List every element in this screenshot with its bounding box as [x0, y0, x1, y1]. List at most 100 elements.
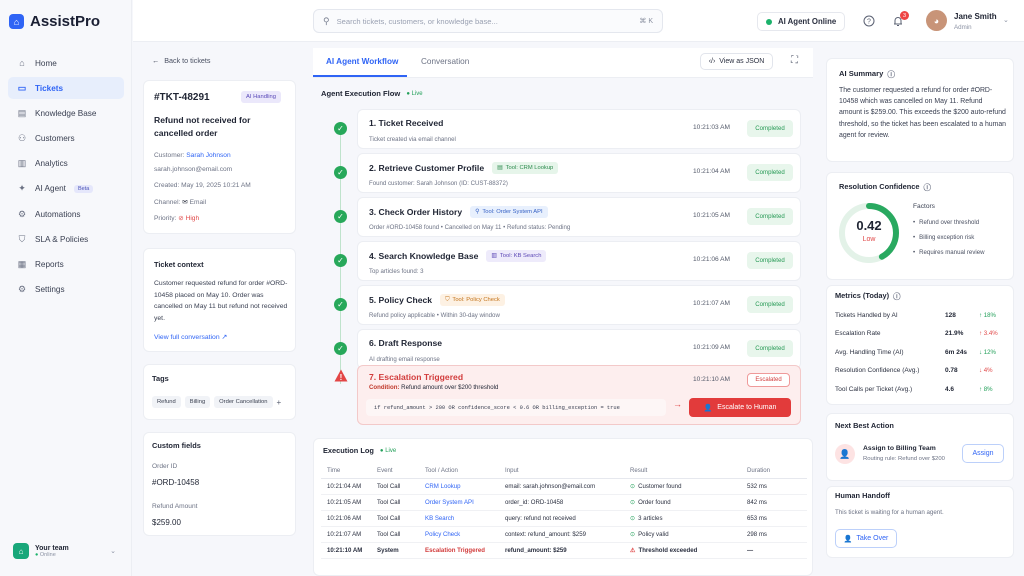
customer-link[interactable]: Sarah Johnson [186, 152, 230, 159]
sidebar-item-customers[interactable]: ⚇ Customers [8, 128, 124, 150]
search-input[interactable]: Search tickets, customers, or knowledge … [337, 17, 633, 26]
ai-handling-badge: AI Handling [241, 91, 281, 103]
step-complete-check-icon: ✓ [334, 122, 347, 135]
log-cell: 10:21:07 AM [327, 531, 362, 538]
completed-badge: Completed [747, 340, 793, 357]
workflow-step-1[interactable]: 1. Ticket Received Ticket created via ema… [357, 109, 801, 149]
user-avatar[interactable]: ◕ [926, 10, 947, 31]
app-logo[interactable]: ⌂ AssistPro [9, 13, 100, 30]
external-link-icon: ↗ [221, 334, 228, 341]
escalation-title: 7. Escalation Triggered [369, 372, 464, 382]
tag-billing[interactable]: Billing [184, 396, 211, 408]
sidebar-item-label: Reports [35, 260, 64, 269]
log-cell: Tool Call [377, 499, 401, 506]
log-cell: ⊙ Order found [630, 499, 671, 506]
search-bar[interactable]: ⚲ Search tickets, customers, or knowledg… [313, 9, 663, 33]
ticket-icon: ▭ [17, 82, 27, 93]
add-tag-button[interactable]: + [277, 398, 282, 407]
sidebar-item-analytics[interactable]: ▥ Analytics [8, 153, 124, 175]
log-cell: 532 ms [747, 483, 767, 490]
gear-icon: ⚙ [17, 208, 27, 219]
tag-order-cancellation[interactable]: Order Cancellation [214, 396, 273, 408]
svg-text:?: ? [867, 19, 871, 26]
sidebar-nav: ⌂ Home ▭ Tickets ▤ Knowledge Base ⚇ Customers ▥ A… [8, 52, 124, 304]
team-switcher[interactable]: ⌂ Your team ● Online ⌄ [8, 536, 124, 566]
log-cell: order_id: ORD-10458 [505, 499, 564, 506]
log-cell: 10:21:06 AM [327, 515, 362, 522]
sidebar-item-ai-agent[interactable]: ✦ AI Agent Beta [8, 178, 124, 200]
sidebar-item-knowledge-base[interactable]: ▤ Knowledge Base [8, 102, 124, 124]
team-status: ● Online [35, 551, 56, 558]
settings-icon: ⚙ [17, 284, 27, 295]
log-cell: query: refund not received [505, 515, 576, 522]
workflow-step-6[interactable]: 6. Draft Response AI drafting email respo… [357, 329, 801, 369]
log-column-header: Input [505, 467, 519, 474]
svg-text:!: ! [340, 373, 343, 382]
metric-change: ↑ 8% [979, 385, 993, 393]
tags-title: Tags [152, 374, 169, 383]
workflow-step-5[interactable]: 5. Policy Check ⛉ Tool: Policy Check Refund… [357, 285, 801, 325]
sidebar-item-automations[interactable]: ⚙ Automations [8, 203, 124, 225]
log-row[interactable]: 10:21:04 AM Tool Call CRM Lookup email: sar… [321, 479, 807, 495]
metrics-list: Tickets Handled by AI 128 ↑ 18% Escalation … [835, 306, 1010, 399]
log-cell: ⊙ Customer found [630, 483, 682, 490]
sidebar-item-settings[interactable]: ⚙ Settings [8, 279, 124, 301]
tag-refund[interactable]: Refund [152, 396, 181, 408]
log-column-header: Result [630, 467, 648, 474]
tab-conversation[interactable]: Conversation [421, 57, 469, 66]
log-cell: KB Search [425, 515, 455, 522]
log-row[interactable]: 10:21:07 AM Tool Call Policy Check context:… [321, 527, 807, 543]
log-row[interactable]: 10:21:06 AM Tool Call KB Search query: refu… [321, 511, 807, 527]
log-cell: ⚠ Threshold exceeded [630, 547, 698, 554]
confidence-level: Low [862, 236, 876, 243]
next-action-reason: Routing rule: Refund over $200 [863, 456, 945, 462]
back-link[interactable]: ← Back to tickets [152, 56, 211, 65]
metric-value: 4.6 [945, 385, 955, 393]
metric-label: Tool Calls per Ticket (Avg.) [835, 385, 913, 393]
sidebar-item-sla-policies[interactable]: ⛉ SLA & Policies [8, 228, 124, 250]
escalation-time: 10:21:10 AM [693, 376, 731, 383]
flow-title: Agent Execution Flow [321, 89, 401, 98]
refund-amount-value: $259.00 [152, 518, 181, 527]
expand-icon[interactable]: ⛶ [791, 55, 798, 66]
person-icon: 👤 [703, 404, 713, 412]
step-title: 1. Ticket Received [369, 118, 444, 128]
bullet-icon: • [913, 219, 916, 226]
view-json-button[interactable]: ‹/› View as JSON [700, 53, 773, 70]
escalate-to-human-button[interactable]: 👤 Escalate to Human [689, 398, 791, 417]
step-description: Top articles found: 3 [369, 268, 424, 275]
view-conversation-link[interactable]: View full conversation ↗ [154, 333, 227, 341]
metric-row: Escalation Rate 21.9% ↑ 3.4% [835, 325, 1010, 344]
confidence-value: 0.42 [856, 218, 882, 233]
log-row[interactable]: 10:21:10 AM System Escalation Triggered ref… [321, 543, 807, 559]
log-row[interactable]: 10:21:05 AM Tool Call Order System API orde… [321, 495, 807, 511]
tool-badge: ⚲ Tool: Order System API [470, 206, 548, 218]
warning-icon: ! [334, 369, 348, 382]
sidebar-item-home[interactable]: ⌂ Home [8, 52, 124, 74]
help-icon[interactable]: ? [861, 13, 877, 29]
take-over-button[interactable]: 👤 Take Over [835, 529, 897, 548]
sidebar-item-tickets[interactable]: ▭ Tickets [8, 77, 124, 100]
metric-value: 0.78 [945, 367, 958, 375]
workflow-step-4[interactable]: 4. Search Knowledge Base ▥ Tool: KB Search… [357, 241, 801, 281]
tool-icon: ⛉ [445, 296, 450, 303]
log-cell: Tool Call [377, 483, 401, 490]
step-complete-check-icon: ✓ [334, 342, 347, 355]
step-title: 4. Search Knowledge Base ▥ Tool: KB Search [369, 250, 547, 262]
log-header-row: Time Event Tool / Action Input Result Duratio… [321, 463, 807, 479]
ai-status-badge[interactable]: AI Agent Online [757, 12, 846, 31]
report-icon: ▦ [17, 259, 27, 269]
user-menu-chevron-icon[interactable]: ⌄ [1003, 16, 1009, 24]
team-icon: ⌂ [13, 543, 29, 559]
sidebar-item-reports[interactable]: ▦ Reports [8, 254, 124, 276]
assign-button[interactable]: Assign [962, 444, 1004, 463]
workflow-step-2[interactable]: 2. Retrieve Customer Profile ▤ Tool: CRM L… [357, 153, 801, 193]
workflow-step-3[interactable]: 3. Check Order History ⚲ Tool: Order Syste… [357, 197, 801, 237]
arrow-right-icon: → [673, 399, 682, 409]
step-description: Refund policy applicable • Within 30-day… [369, 312, 500, 319]
ticket-title: Refund not received for cancelled order [154, 115, 251, 138]
metric-row: Resolution Confidence (Avg.) 0.78 ↓ 4% [835, 362, 1010, 381]
tab-ai-agent-workflow[interactable]: AI Agent Workflow [326, 57, 398, 66]
mail-icon: ✉ [182, 199, 188, 206]
ticket-id: #TKT-48291 [154, 92, 210, 103]
